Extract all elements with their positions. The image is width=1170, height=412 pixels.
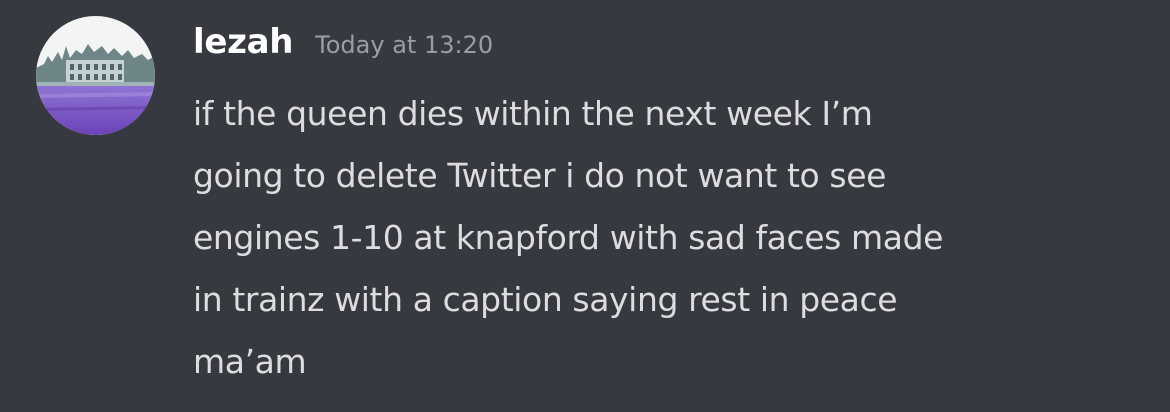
username[interactable]: lezah xyxy=(193,22,293,62)
avatar-image xyxy=(36,16,155,135)
user-avatar[interactable] xyxy=(36,16,155,135)
timestamp[interactable]: Today at 13:20 xyxy=(315,31,493,59)
message-header: lezah Today at 13:20 xyxy=(193,22,493,62)
chat-message: lezah Today at 13:20 if the queen dies w… xyxy=(0,0,1170,412)
message-text: if the queen dies within the next week I… xyxy=(193,94,944,381)
